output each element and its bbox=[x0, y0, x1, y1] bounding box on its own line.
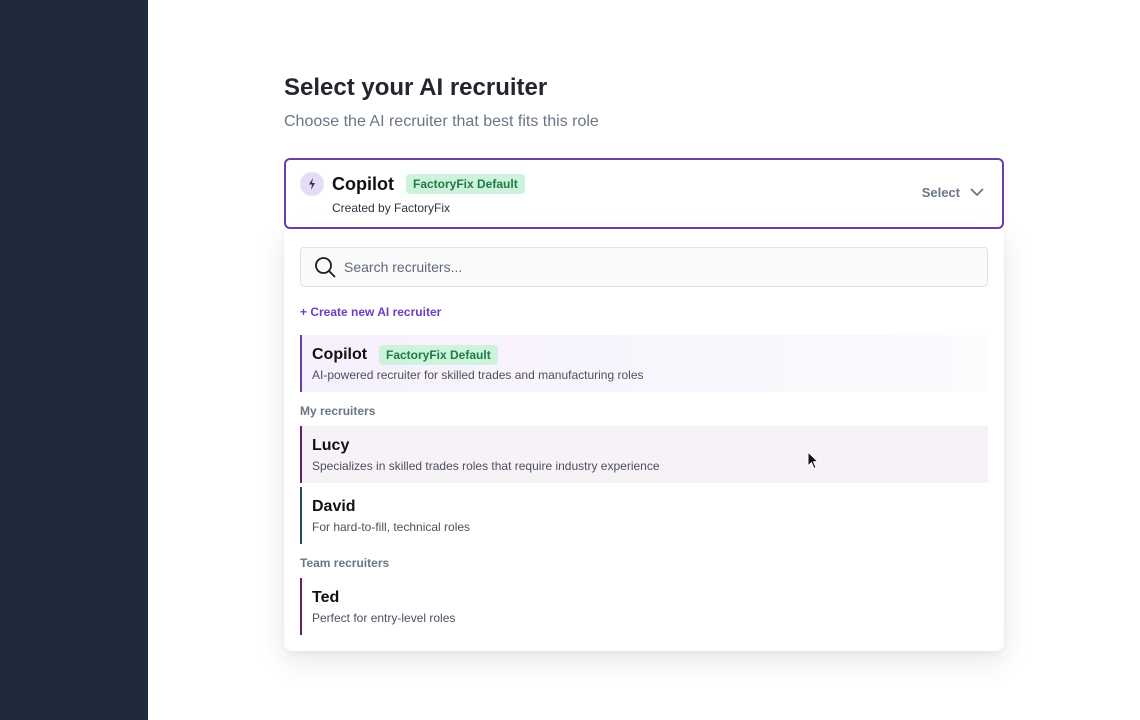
recruiter-name: Lucy bbox=[312, 437, 350, 454]
select-toggle[interactable]: Select bbox=[922, 185, 984, 200]
page-subtitle: Choose the AI recruiter that best fits t… bbox=[284, 113, 599, 130]
sparkle-bolt-icon bbox=[300, 172, 324, 196]
list-item-ted[interactable]: Ted Perfect for entry-level roles bbox=[300, 578, 988, 635]
create-recruiter-link[interactable]: + Create new AI recruiter bbox=[300, 305, 441, 319]
list-item-lucy[interactable]: Lucy Specializes in skilled trades roles… bbox=[300, 426, 988, 483]
chevron-down-icon bbox=[970, 188, 984, 196]
search-box[interactable] bbox=[300, 247, 988, 287]
recruiter-selector[interactable]: Copilot FactoryFix Default Created by Fa… bbox=[284, 158, 1004, 229]
section-label-my-recruiters: My recruiters bbox=[300, 404, 376, 418]
select-label: Select bbox=[921, 185, 960, 200]
created-by-text: Created by FactoryFix bbox=[332, 201, 451, 215]
recruiter-name: Ted bbox=[312, 589, 340, 606]
selected-recruiter-name: Copilot bbox=[332, 174, 394, 194]
list-item-david[interactable]: David For hard-to-fill, technical roles bbox=[300, 487, 988, 544]
mouse-pointer-icon bbox=[807, 451, 819, 470]
list-item-copilot[interactable]: Copilot FactoryFix Default AI-powered re… bbox=[300, 335, 988, 392]
search-icon bbox=[315, 257, 336, 278]
recruiter-dropdown: + Create new AI recruiter Copilot Factor… bbox=[284, 229, 1004, 651]
recruiter-description: AI-powered recruiter for skilled trades … bbox=[312, 368, 644, 382]
recruiter-description: For hard-to-fill, technical roles bbox=[312, 520, 471, 534]
recruiter-description: Perfect for entry-level roles bbox=[312, 611, 456, 625]
search-input[interactable] bbox=[344, 259, 944, 275]
page-title: Select your AI recruiter bbox=[284, 74, 548, 101]
recruiter-name: Copilot bbox=[312, 346, 368, 363]
recruiter-name: David bbox=[312, 498, 356, 515]
section-label-team-recruiters: Team recruiters bbox=[300, 556, 390, 570]
sidebar bbox=[0, 0, 148, 720]
recruiter-description: Specializes in skilled trades roles that… bbox=[312, 459, 660, 473]
default-badge: FactoryFix Default bbox=[379, 345, 498, 365]
default-badge: FactoryFix Default bbox=[406, 174, 525, 194]
